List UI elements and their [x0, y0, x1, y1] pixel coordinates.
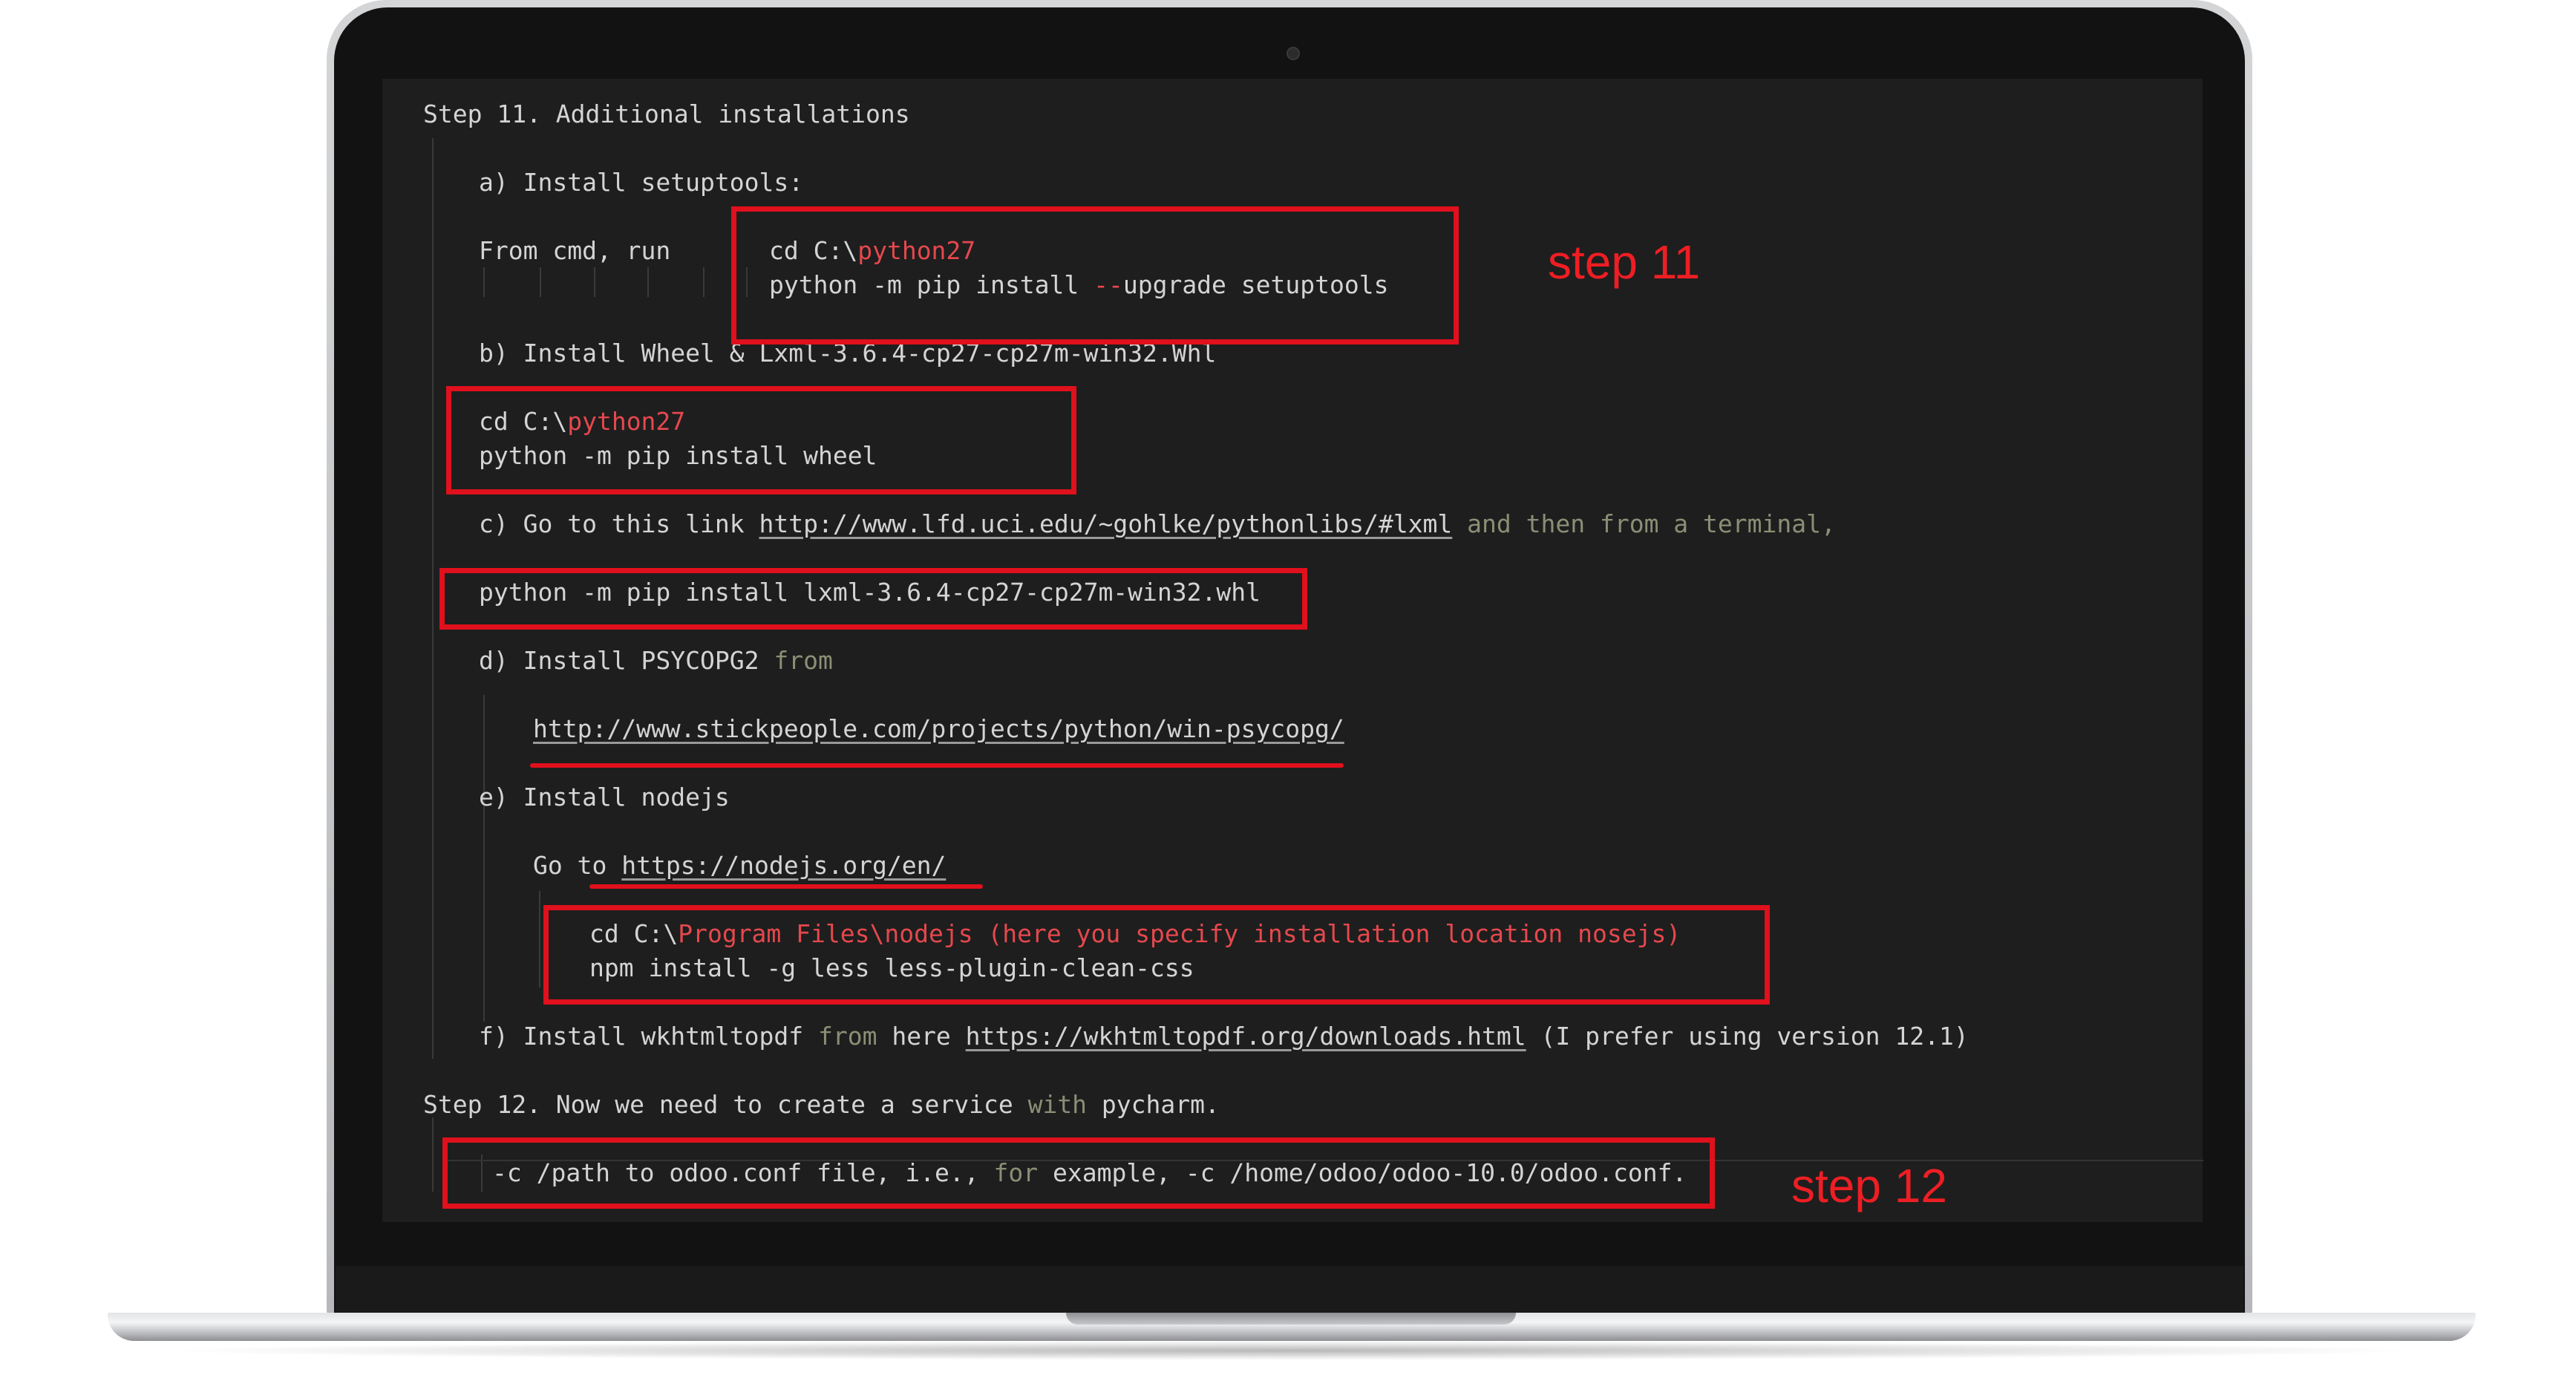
- text: pycharm.: [1087, 1090, 1220, 1119]
- step-12-label: step 12: [1791, 1159, 1947, 1212]
- table-cell-divider: [540, 267, 541, 297]
- lxml-link-line: c) Go to this link http://www.lfd.uci.ed…: [479, 509, 1836, 539]
- text: (I prefer using version 12.1): [1526, 1022, 1969, 1051]
- underline-psycopg: [530, 763, 1344, 768]
- table-cell-divider: [594, 267, 595, 297]
- indent-guide: [539, 891, 540, 987]
- text: f) Install wkhtmltopdf: [479, 1022, 818, 1051]
- from-cmd-label: From cmd, run: [479, 236, 671, 265]
- lxml-anchor-link[interactable]: #lxml: [1379, 509, 1452, 538]
- highlight-box-lxml: [439, 568, 1307, 630]
- wkhtmltopdf-link[interactable]: https://wkhtmltopdf.org/downloads.html: [966, 1022, 1526, 1051]
- setuptools-heading: a) Install setuptools:: [479, 168, 804, 197]
- nodejs-link[interactable]: https://nodejs.org/en/: [621, 851, 946, 880]
- psycopg2-heading: d) Install PSYCOPG2 from: [479, 646, 833, 676]
- text: Step 12. Now we need to create a service: [423, 1090, 1028, 1119]
- keyword-with: with: [1027, 1090, 1088, 1119]
- camera-icon: [1287, 47, 1300, 60]
- highlight-box-config: [442, 1137, 1715, 1209]
- step-11-label: step 11: [1548, 235, 1701, 289]
- indent-guide: [432, 138, 434, 1059]
- indent-guide: [432, 1117, 434, 1192]
- psycopg-link[interactable]: http://www.stickpeople.com/projects/pyth…: [533, 714, 1344, 743]
- highlight-box-setuptools: [731, 206, 1459, 345]
- nodejs-heading: e) Install nodejs: [479, 783, 730, 812]
- text: c) Go to this link: [479, 509, 759, 538]
- indent-guide: [483, 695, 485, 1022]
- text: and then from a terminal,: [1452, 509, 1836, 538]
- highlight-box-nodejs: [543, 905, 1770, 1005]
- text: d) Install PSYCOPG2: [479, 646, 774, 675]
- text: Go to: [533, 851, 622, 880]
- table-cell-divider: [703, 267, 705, 297]
- step-12-heading: Step 12. Now we need to create a service…: [423, 1090, 1220, 1120]
- keyword-from: from: [774, 646, 833, 675]
- table-cell-divider: [647, 267, 649, 297]
- step-11-heading: Step 11. Additional installations: [423, 99, 910, 128]
- laptop-shadow: [156, 1341, 2428, 1360]
- text: here: [877, 1022, 966, 1051]
- underline-nodejs: [589, 884, 983, 889]
- psycopg-link-line: http://www.stickpeople.com/projects/pyth…: [533, 714, 1344, 744]
- wkhtmltopdf-line: f) Install wkhtmltopdf from here https:/…: [479, 1022, 1969, 1051]
- table-cell-divider: [483, 267, 485, 297]
- laptop-chin: [336, 1266, 2243, 1316]
- keyword-from: from: [817, 1022, 877, 1051]
- laptop-hinge-notch: [1066, 1313, 1516, 1325]
- nodejs-link-line: Go to https://nodejs.org/en/: [533, 851, 946, 881]
- highlight-box-wheel: [446, 386, 1076, 494]
- lfd-link[interactable]: http://www.lfd.uci.edu/~gohlke/pythonlib…: [759, 509, 1379, 538]
